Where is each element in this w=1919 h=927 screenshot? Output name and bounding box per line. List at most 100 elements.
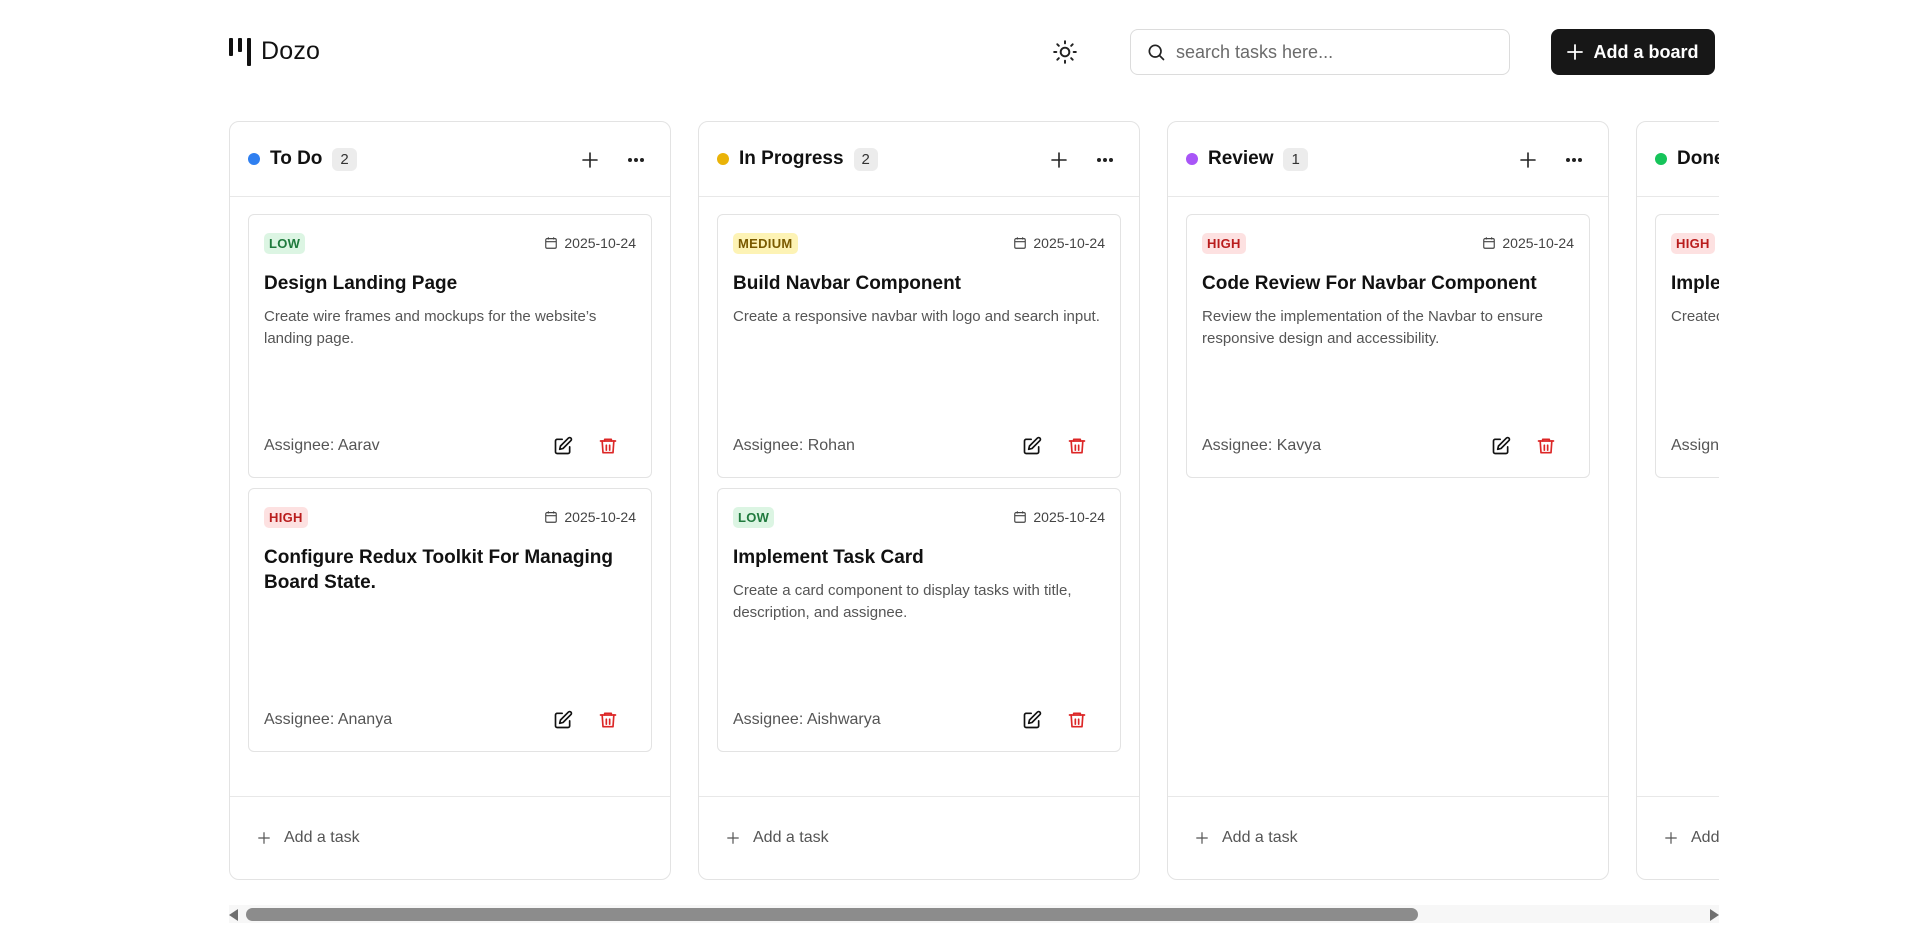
task-card[interactable]: HIGH Implen Createc validatic endpoir Assig… [1655, 214, 1719, 478]
task-card[interactable]: LOW 2025-10-24 Implement Task Card Create a… [717, 488, 1121, 752]
task-description: Review the implementation of the Navbar … [1202, 308, 1544, 347]
calendar-icon [545, 511, 558, 523]
add-task-button[interactable]: Add a task [1637, 796, 1719, 879]
calendar-icon [545, 237, 558, 249]
priority-badge: LOW [733, 506, 775, 528]
column-status-dot [1186, 153, 1198, 165]
plus-icon [727, 832, 739, 844]
board: To Do 2 LOW 2025-10-24 Design Landing Page Cr… [229, 121, 1719, 880]
board-column: Review 1 HIGH 2025-10-24 Code Review For Nav… [1167, 121, 1609, 880]
delete-task-button[interactable] [595, 707, 621, 733]
priority-badge: MEDIUM [733, 232, 798, 254]
task-description: Create wire frames and mockups for the w… [264, 308, 597, 347]
add-board-button[interactable]: Add a board [1551, 29, 1715, 75]
task-title: Implement Task Card [733, 547, 924, 568]
task-date-text: 2025-10-24 [1502, 235, 1574, 251]
trash-icon [599, 438, 617, 454]
add-task-button[interactable]: Add a task [699, 796, 1139, 879]
column-options-button[interactable] [1093, 148, 1117, 172]
add-task-label: Add a task [753, 829, 829, 846]
plus-icon [1196, 832, 1208, 844]
column-cards: LOW 2025-10-24 Design Landing Page Create w… [230, 197, 670, 752]
plus-icon [1665, 832, 1677, 844]
task-date-text: 2025-10-24 [1033, 235, 1105, 251]
column-title: Review [1208, 148, 1274, 169]
theme-toggle-button[interactable] [1049, 36, 1081, 68]
delete-task-button[interactable] [595, 433, 621, 459]
priority-badge: HIGH [1202, 232, 1246, 254]
edit-task-button[interactable] [1019, 433, 1045, 459]
column-options-button[interactable] [624, 148, 648, 172]
task-title: Build Navbar Component [733, 273, 962, 294]
task-card[interactable]: MEDIUM 2025-10-24 Build Navbar Component Cr… [717, 214, 1121, 478]
delete-task-button[interactable] [1064, 433, 1090, 459]
column-add-task-button[interactable] [578, 148, 602, 172]
edit-task-button[interactable] [550, 707, 576, 733]
scrollbar-thumb[interactable] [246, 908, 1418, 921]
task-card[interactable]: HIGH 2025-10-24 Configure Redux Toolkit Fo… [248, 488, 652, 752]
column-add-task-button[interactable] [1047, 148, 1071, 172]
search-icon [1148, 44, 1165, 61]
task-date: 2025-10-24 [1482, 235, 1574, 251]
plus-icon [582, 152, 598, 168]
column-title: Done [1677, 148, 1719, 169]
task-date: 2025-10-24 [544, 509, 636, 525]
calendar-icon [1014, 237, 1027, 249]
task-assignee: Assignee: Aarav [264, 437, 380, 454]
edit-task-button[interactable] [550, 433, 576, 459]
trash-icon [1068, 438, 1086, 454]
column-status-dot [248, 153, 260, 165]
task-date: 2025-10-24 [1013, 235, 1105, 251]
edit-task-button[interactable] [1019, 707, 1045, 733]
column-title: In Progress [739, 148, 844, 169]
search-input[interactable] [1176, 41, 1496, 63]
add-task-label: Add a task [284, 829, 360, 846]
board-column: To Do 2 LOW 2025-10-24 Design Landing Page Cr… [229, 121, 671, 880]
delete-task-button[interactable] [1064, 707, 1090, 733]
task-assignee: Assigne [1671, 437, 1719, 454]
task-date-text: 2025-10-24 [564, 509, 636, 525]
column-task-count: 2 [853, 147, 878, 171]
add-board-label: Add a board [1593, 41, 1699, 62]
search-box [1130, 29, 1510, 75]
task-card[interactable]: HIGH 2025-10-24 Code Review For Navbar Com… [1186, 214, 1590, 478]
board-column: In Progress 2 MEDIUM 2025-10-24 Build Navbar… [698, 121, 1140, 880]
column-header: Done [1637, 122, 1719, 197]
app-name: Dozo [261, 37, 321, 65]
edit-icon [1023, 436, 1042, 455]
column-options-button[interactable] [1562, 148, 1586, 172]
edit-icon [1023, 710, 1042, 729]
priority-badge: HIGH [264, 506, 308, 528]
plus-icon [258, 832, 270, 844]
scroll-left-arrow-icon[interactable] [229, 909, 238, 921]
column-cards: HIGH 2025-10-24 Code Review For Navbar Com… [1168, 197, 1608, 478]
task-title: Implen [1671, 273, 1719, 294]
priority-badge: HIGH [1671, 232, 1715, 254]
app-header: Dozo Add a board [229, 28, 1715, 76]
task-assignee: Assignee: Ananya [264, 711, 393, 728]
column-header: Review 1 [1168, 122, 1608, 197]
scroll-right-arrow-icon[interactable] [1710, 909, 1719, 921]
task-description: Create a responsive navbar with logo and… [733, 308, 1100, 325]
column-cards: MEDIUM 2025-10-24 Build Navbar Component Cr… [699, 197, 1139, 752]
add-task-button[interactable]: Add a task [1168, 796, 1608, 879]
column-status-dot [717, 153, 729, 165]
horizontal-scrollbar[interactable] [229, 905, 1719, 923]
delete-task-button[interactable] [1533, 433, 1559, 459]
edit-icon [1492, 436, 1511, 455]
app-logo[interactable]: Dozo [229, 37, 320, 66]
column-task-count: 1 [1283, 147, 1308, 171]
task-assignee: Assignee: Rohan [733, 437, 855, 454]
calendar-icon [1483, 237, 1496, 249]
task-card[interactable]: LOW 2025-10-24 Design Landing Page Create w… [248, 214, 652, 478]
task-assignee: Assignee: Kavya [1202, 437, 1322, 454]
add-task-label: Add a task [1691, 829, 1719, 846]
column-cards: HIGH Implen Createc validatic endpoir Assig… [1637, 197, 1719, 478]
task-date: 2025-10-24 [1013, 509, 1105, 525]
task-title: Design Landing Page [264, 273, 458, 294]
add-task-button[interactable]: Add a task [230, 796, 670, 879]
board-column: Done HIGH Implen Createc validatic endpoir A… [1636, 121, 1719, 880]
edit-task-button[interactable] [1488, 433, 1514, 459]
column-add-task-button[interactable] [1516, 148, 1540, 172]
task-description: Createc validatic endpoir [1671, 308, 1719, 325]
